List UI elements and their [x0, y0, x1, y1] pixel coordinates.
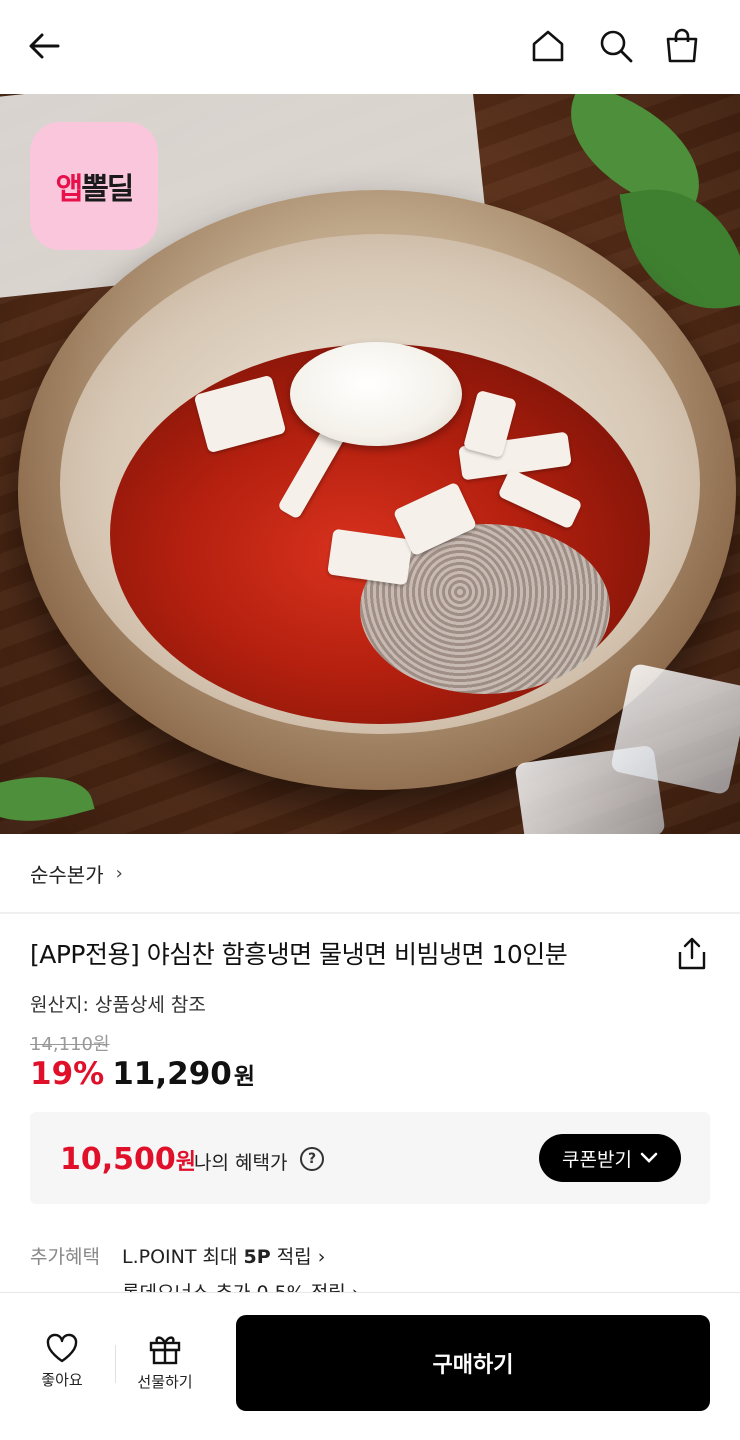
benefit-label: 나의 혜택가: [194, 1152, 288, 1174]
shopping-bag-icon[interactable]: [662, 26, 702, 66]
benefit-text: L.POINT 최대: [122, 1246, 244, 1268]
price-unit: 원: [233, 1064, 256, 1090]
benefit-suffix: 적립 ›: [270, 1246, 326, 1268]
divider: [115, 1345, 116, 1383]
boiled-egg: [290, 342, 462, 446]
gift-icon: [149, 1336, 181, 1365]
share-icon[interactable]: [676, 936, 708, 972]
like-button[interactable]: 좋아요: [22, 1333, 102, 1390]
app-deal-badge: 앱 뽈딜: [30, 122, 158, 250]
benefit-bold: 5P: [243, 1246, 271, 1268]
product-title: [APP전용] 야심찬 함흥냉면 물냉면 비빔냉면 10인분: [30, 940, 568, 969]
price-row: 19% 11,290 원: [30, 1056, 255, 1092]
chevron-down-icon: [640, 1152, 658, 1163]
original-price: 14,110원: [30, 1034, 110, 1055]
gift-button[interactable]: 선물하기: [125, 1333, 205, 1392]
brand-link[interactable]: 순수본가 ›: [0, 834, 740, 914]
arrow-left-icon[interactable]: [24, 26, 64, 66]
origin-text: 원산지: 상품상세 참조: [30, 994, 206, 1016]
lpoint-benefit[interactable]: L.POINT 최대 5P 적립 ›: [122, 1242, 325, 1269]
benefit-price-value: 10,500: [60, 1142, 176, 1177]
benefit-price-unit: 원: [175, 1150, 197, 1175]
gift-label: 선물하기: [137, 1373, 193, 1391]
benefit-price: 10,500원: [60, 1142, 196, 1177]
badge-text-1: 앱: [55, 172, 84, 207]
chevron-right-icon: ›: [115, 862, 123, 884]
sale-price: 11,290: [112, 1056, 232, 1092]
buy-button[interactable]: 구매하기: [236, 1315, 710, 1411]
extra-benefits-label: 추가혜택: [30, 1242, 100, 1269]
help-icon[interactable]: ?: [300, 1147, 324, 1171]
extra-label: 추가혜택: [30, 1246, 100, 1268]
brand-name: 순수본가: [30, 862, 104, 887]
badge-text-2: 뽈딜: [81, 172, 134, 207]
discount-rate: 19%: [30, 1056, 105, 1092]
benefit-price-box: 10,500원 나의 혜택가 ? 쿠폰받기: [30, 1112, 710, 1204]
heart-icon: [46, 1333, 78, 1363]
product-image[interactable]: 앱 뽈딜: [0, 94, 740, 834]
top-app-bar: [0, 0, 740, 94]
search-icon[interactable]: [596, 26, 636, 66]
like-label: 좋아요: [41, 1371, 83, 1389]
home-icon[interactable]: [528, 26, 568, 66]
bottom-action-bar: 좋아요 선물하기 구매하기: [0, 1292, 740, 1440]
get-coupon-button[interactable]: 쿠폰받기: [539, 1134, 681, 1182]
coupon-button-label: 쿠폰받기: [562, 1148, 632, 1171]
